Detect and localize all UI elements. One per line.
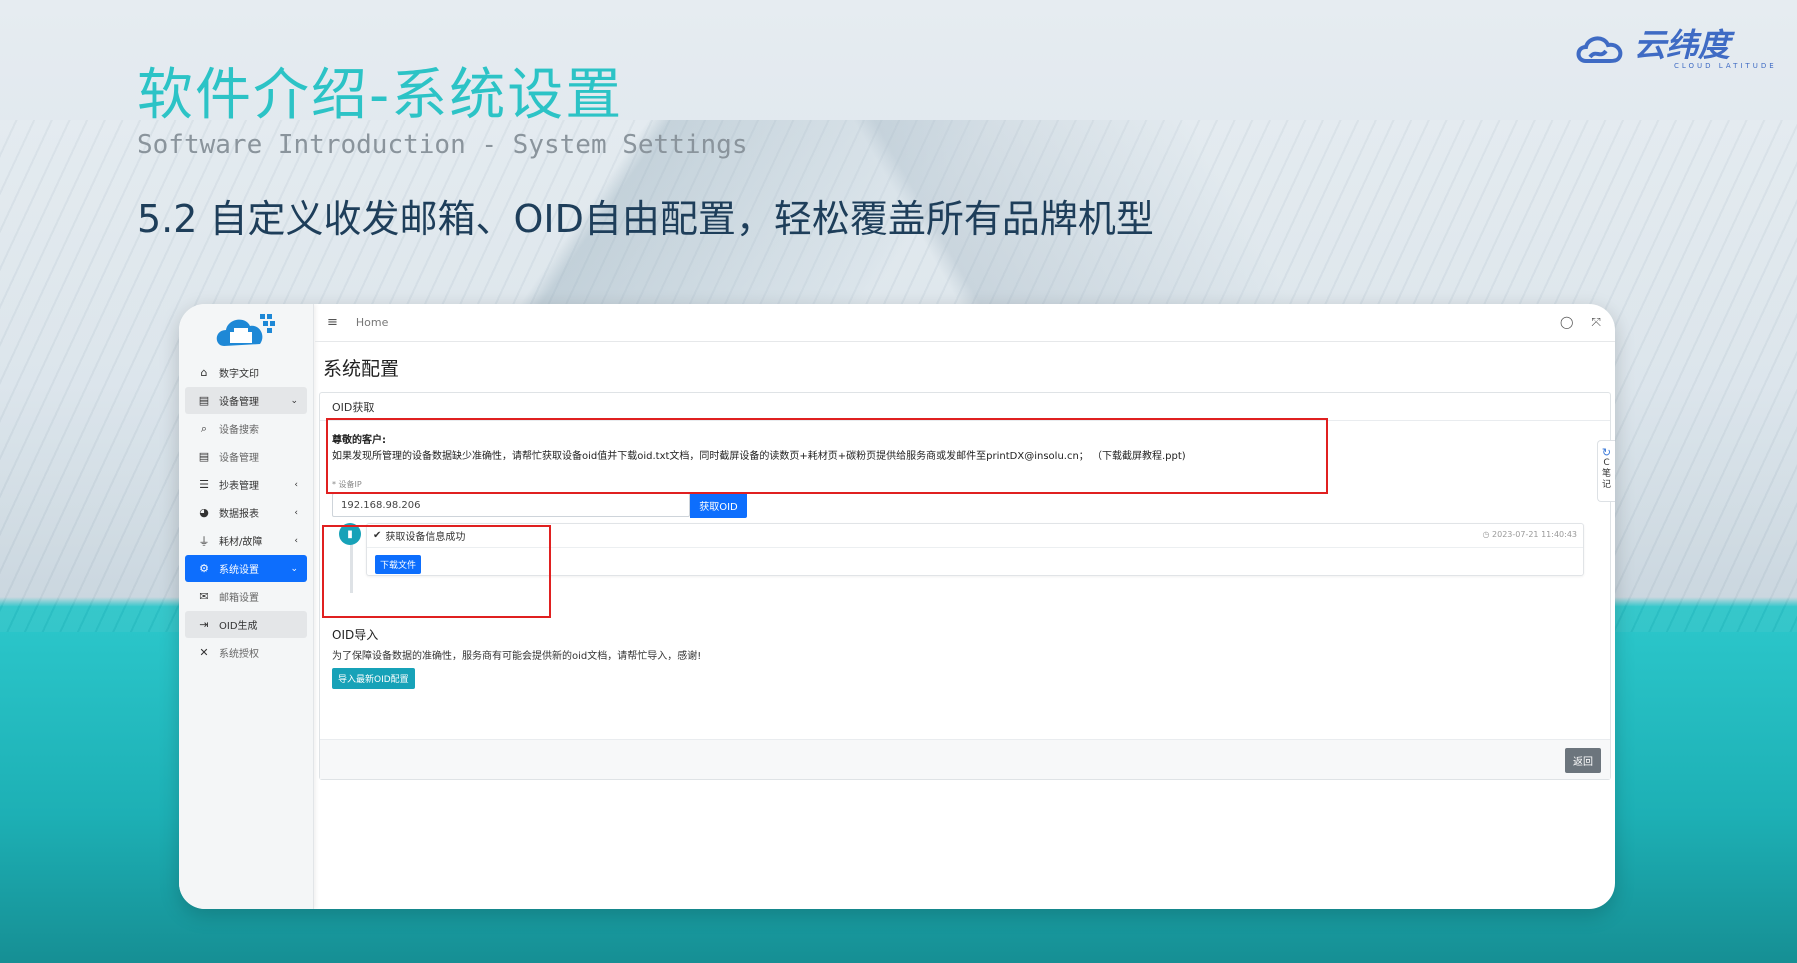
printer-icon: ▤	[198, 394, 210, 407]
chevron-left-icon: ‹	[294, 535, 298, 546]
slide-subtitle: 5.2 自定义收发邮箱、OID自由配置，轻松覆盖所有品牌机型	[137, 197, 1154, 241]
sidebar-item-label: 数字文印	[219, 369, 259, 380]
timestamp-text: 2023-07-21 11:40:43	[1492, 530, 1577, 539]
search-icon: ⌕	[200, 421, 208, 435]
sidebar-item-meter-reading[interactable]: ☰ 抄表管理 ‹	[185, 471, 307, 498]
sidebar-item-label: 数据报表	[219, 509, 259, 520]
back-button[interactable]: 返回	[1565, 748, 1601, 773]
sidebar-item-device-management[interactable]: ▤ 设备管理 ⌄	[185, 387, 307, 414]
sidebar-item-label: 耗材/故障	[219, 537, 263, 548]
sidebar-item-email-settings[interactable]: ✉ 邮箱设置	[185, 583, 307, 610]
sidebar-item-device-search[interactable]: ⌕ 设备搜索	[185, 415, 307, 442]
sidebar-item-label: 设备管理	[219, 453, 259, 464]
sidebar-item-consumables-faults[interactable]: ⏚ 耗材/故障 ‹	[185, 527, 307, 554]
sidebar-item-label: OID生成	[219, 621, 258, 632]
sidebar-item-label: 设备管理	[219, 397, 259, 408]
chevron-down-icon: ⌄	[290, 395, 298, 406]
sidebar-item-label: 设备搜索	[219, 425, 259, 436]
highlight-box-notice	[326, 418, 1328, 494]
refresh-icon: ↻	[1601, 446, 1612, 459]
import-oid-button[interactable]: 导入最新OID配置	[332, 668, 415, 689]
chevron-left-icon: ‹	[294, 507, 298, 518]
fullscreen-icon[interactable]: ⤧	[1591, 315, 1601, 330]
timeline-timestamp: ◷ 2023-07-21 11:40:43	[1483, 530, 1578, 539]
clock-icon: ◷	[1482, 530, 1490, 539]
side-tab-label: 记	[1601, 480, 1611, 490]
list-icon: ☰	[199, 478, 209, 491]
card-footer: 返回	[320, 739, 1610, 779]
slide-title-english: Software Introduction - System Settings	[137, 130, 748, 160]
gears-icon: ⚙	[199, 562, 209, 575]
sidebar-item-label: 系统授权	[219, 649, 259, 660]
app-logo[interactable]	[179, 304, 314, 356]
logo-subtext: CLOUD LATITUDE	[1674, 62, 1777, 70]
highlight-box-timeline	[322, 525, 551, 618]
sidebar-item-label: 抄表管理	[219, 481, 259, 492]
notes-side-tab[interactable]: ↻ C 笔 记	[1597, 440, 1615, 502]
home-icon: ⌂	[200, 366, 208, 379]
card-header: OID获取	[320, 393, 1610, 421]
chevron-down-icon: ⌄	[290, 563, 298, 574]
plug-icon: ⏚	[198, 534, 210, 548]
sidebar-menu: ⌂ 数字文印 ▤ 设备管理 ⌄ ⌕ 设备搜索 ▤ 设备管理 ☰ 抄表管理 ‹ ◕ 数据报表 ‹ ⏚…	[179, 356, 313, 669]
sidebar-item-system-license[interactable]: ✕ 系统授权	[185, 639, 307, 666]
envelope-icon: ✉	[199, 590, 209, 603]
file-export-icon: ⇥	[199, 618, 209, 631]
printer-icon: ▤	[198, 450, 210, 463]
cloud-logo-icon	[1576, 36, 1623, 63]
sidebar-item-system-settings[interactable]: ⚙ 系统设置 ⌄	[185, 555, 307, 582]
tools-icon: ✕	[199, 646, 209, 659]
top-navbar: ≡ Home ◯ ⤧	[315, 304, 1615, 342]
chevron-left-icon: ‹	[294, 479, 298, 490]
slide-title: 软件介绍-系统设置	[137, 63, 624, 128]
oid-import-title: OID导入	[332, 628, 379, 642]
device-ip-input[interactable]	[332, 493, 690, 517]
page-title: 系统配置	[323, 358, 400, 380]
hamburger-menu-icon[interactable]: ≡	[327, 315, 338, 330]
sidebar-item-oid-generate[interactable]: ⇥ OID生成	[185, 611, 307, 638]
sidebar-item-device-manage-sub[interactable]: ▤ 设备管理	[185, 443, 307, 470]
side-tab-label: 笔	[1601, 469, 1611, 479]
side-tab-label: C	[1603, 458, 1610, 468]
sidebar-item-digital-print[interactable]: ⌂ 数字文印	[185, 359, 307, 386]
breadcrumb-home[interactable]: Home	[356, 316, 388, 329]
get-oid-button[interactable]: 获取OID	[690, 492, 747, 518]
user-icon[interactable]: ◯	[1560, 315, 1573, 330]
sidebar-item-data-report[interactable]: ◕ 数据报表 ‹	[185, 499, 307, 526]
sidebar-item-label: 邮箱设置	[219, 593, 259, 604]
cloud-printer-logo-icon	[216, 314, 275, 346]
brand-logo: 云纬度 CLOUD LATITUDE	[1574, 28, 1777, 70]
sidebar-item-label: 系统设置	[219, 565, 259, 576]
sidebar: ⌂ 数字文印 ▤ 设备管理 ⌄ ⌕ 设备搜索 ▤ 设备管理 ☰ 抄表管理 ‹ ◕ 数据报表 ‹ ⏚…	[179, 304, 314, 909]
pie-chart-icon: ◕	[199, 506, 209, 519]
oid-import-text: 为了保障设备数据的准确性，服务商有可能会提供新的oid文档，请帮忙导入，感谢!	[332, 651, 702, 662]
logo-text: 云纬度	[1634, 26, 1731, 64]
